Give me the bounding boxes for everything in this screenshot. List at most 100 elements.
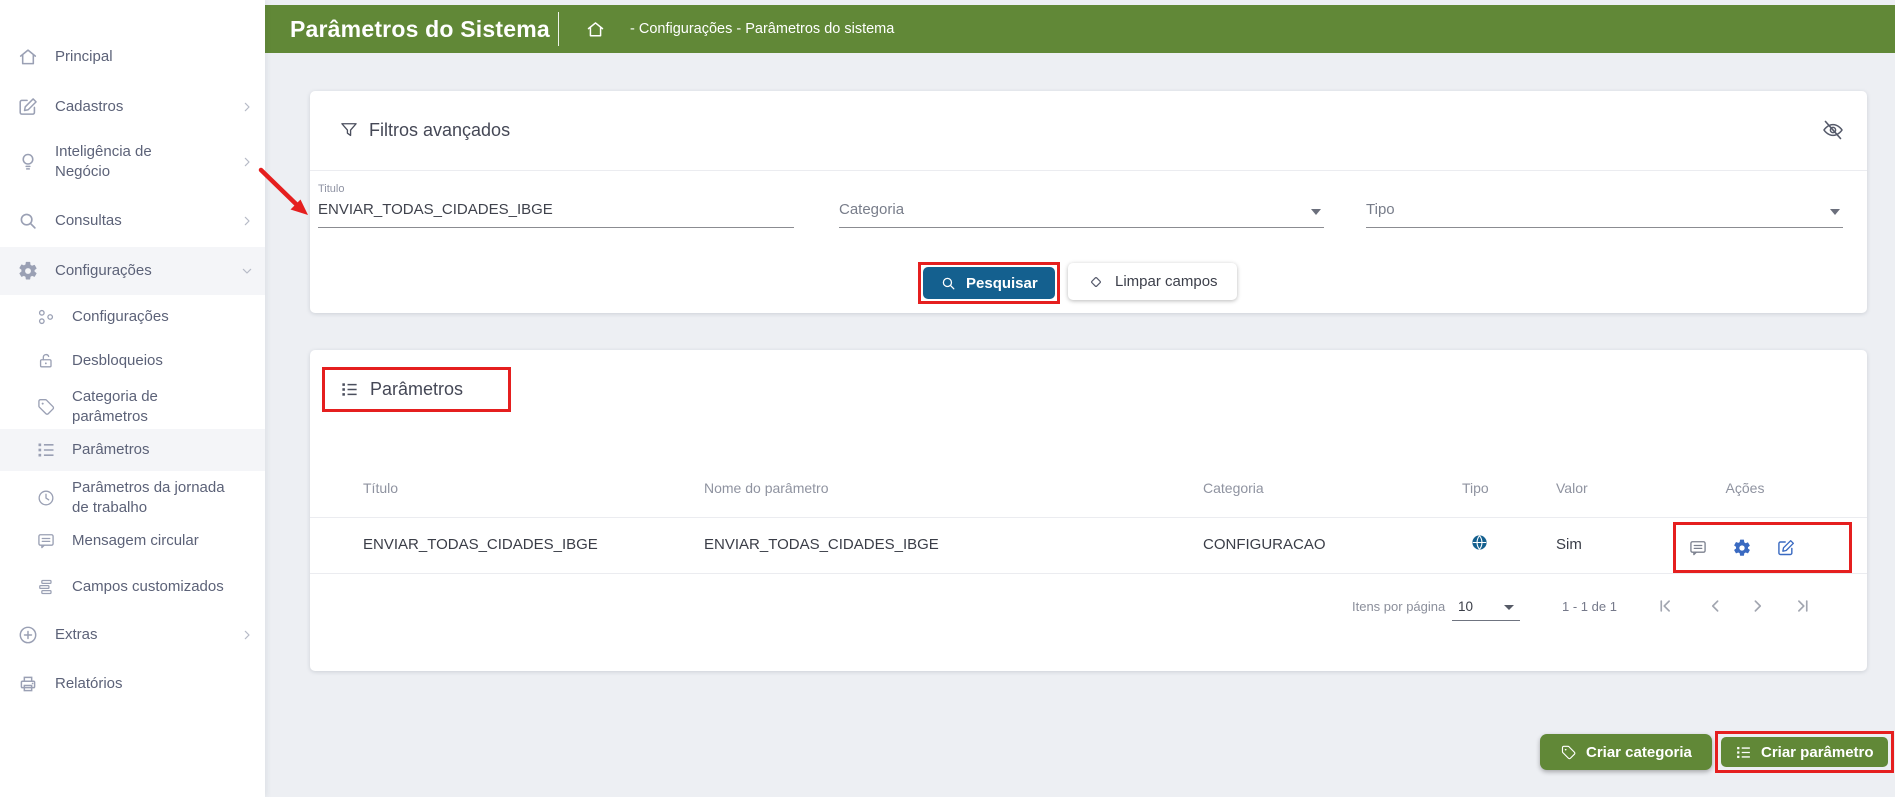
sidebar-item-consultas[interactable]: Consultas [0, 201, 265, 241]
cell-nome: ENVIAR_TODAS_CIDADES_IBGE [704, 536, 939, 553]
sidebar-subitem-configuracoes[interactable]: Configurações [0, 297, 265, 337]
breadcrumb: - Configurações - Parâmetros do sistema [630, 21, 894, 37]
clear-button-label: Limpar campos [1115, 273, 1218, 290]
sidebar-item-configuracoes[interactable]: Configurações [0, 247, 265, 295]
sidebar-item-label: Configurações [55, 261, 152, 281]
clock-icon [36, 488, 56, 508]
filters-card: Filtros avançados Titulo Pesquisar Limpa… [310, 91, 1867, 313]
globe-icon [1470, 533, 1489, 552]
comment-icon[interactable] [1688, 538, 1708, 558]
sidebar-subitem-mensagem-circular[interactable]: Mensagem circular [0, 521, 265, 561]
next-page-icon[interactable] [1749, 597, 1767, 615]
sidebar-item-label: Principal [55, 47, 113, 67]
list-icon [36, 440, 56, 460]
cell-categoria: CONFIGURACAO [1203, 536, 1326, 553]
sidebar-item-label: Cadastros [55, 97, 123, 117]
column-header-nome: Nome do parâmetro [704, 480, 829, 496]
create-category-button[interactable]: Criar categoria [1540, 734, 1712, 770]
sidebar-subitem-desbloqueios[interactable]: Desbloqueios [0, 341, 265, 381]
column-header-acoes: Ações [1695, 480, 1795, 496]
sidebar-subitem-label: Parâmetros [72, 440, 150, 460]
sidebar-subitem-label: Categoria de parâmetros [72, 387, 174, 427]
sidebar-subitem-parametros-da-jornada[interactable]: Parâmetros da jornada de trabalho [0, 476, 265, 520]
sidebar-subitem-label: Campos customizados [72, 577, 224, 597]
search-icon [940, 275, 957, 292]
cell-titulo: ENVIAR_TODAS_CIDADES_IBGE [363, 536, 598, 553]
column-header-tipo: Tipo [1462, 480, 1489, 496]
sidebar-item-label: Relatórios [55, 674, 123, 694]
list-icon [1735, 744, 1752, 761]
sidebar-item-inteligencia-de-negocio[interactable]: Inteligência de Negócio [0, 139, 265, 185]
eye-off-icon[interactable] [1821, 118, 1845, 142]
pagination-range: 1 - 1 de 1 [1562, 599, 1617, 614]
search-button-label: Pesquisar [966, 275, 1038, 292]
chevron-right-icon [239, 213, 255, 229]
first-page-icon[interactable] [1656, 597, 1674, 615]
search-icon [17, 210, 39, 232]
chevron-right-icon [239, 154, 255, 170]
items-per-page-value: 10 [1458, 599, 1473, 614]
clear-fields-button[interactable]: Limpar campos [1068, 263, 1237, 300]
categoria-field[interactable] [839, 183, 1324, 228]
tipo-select[interactable] [1366, 201, 1843, 228]
column-header-titulo: Título [363, 480, 398, 496]
filter-funnel-icon [339, 120, 359, 140]
app-root: Principal Cadastros Inteligência de Negó… [0, 0, 1895, 797]
parameters-card: Parâmetros Título Nome do parâmetro Cate… [310, 350, 1867, 671]
titulo-field: Titulo [318, 183, 794, 228]
gear-icon [17, 260, 39, 282]
column-header-categoria: Categoria [1203, 480, 1264, 496]
last-page-icon[interactable] [1794, 597, 1812, 615]
sidebar: Principal Cadastros Inteligência de Negó… [0, 0, 265, 797]
tag-icon [1560, 744, 1577, 761]
edit-icon [17, 96, 39, 118]
sidebar-subitem-parametros[interactable]: Parâmetros [0, 429, 265, 471]
report-icon [17, 673, 39, 695]
categoria-select[interactable] [839, 201, 1324, 228]
items-per-page-select[interactable]: 10 [1452, 596, 1520, 621]
items-per-page-label: Itens por página [1352, 599, 1445, 614]
eraser-icon [1087, 273, 1105, 291]
sidebar-subitem-campos-customizados[interactable]: Campos customizados [0, 567, 265, 607]
home-breadcrumb-icon[interactable] [585, 19, 606, 40]
plus-circle-icon [17, 624, 39, 646]
parameters-title-annotation-box: Parâmetros [322, 367, 511, 412]
previous-page-icon[interactable] [1706, 597, 1724, 615]
sidebar-item-principal[interactable]: Principal [0, 37, 265, 77]
create-category-label: Criar categoria [1586, 744, 1692, 761]
message-icon [36, 531, 56, 551]
search-annotation-box: Pesquisar [918, 262, 1060, 304]
parameters-title: Parâmetros [370, 379, 463, 400]
table-divider [310, 517, 1867, 518]
top-header-bar: Parâmetros do Sistema - Configurações - … [265, 5, 1895, 53]
filters-title: Filtros avançados [369, 120, 510, 141]
sidebar-item-label: Extras [55, 625, 98, 645]
sidebar-subitem-categoria-de-parametros[interactable]: Categoria de parâmetros [0, 385, 265, 429]
table-divider [310, 573, 1867, 574]
search-button[interactable]: Pesquisar [923, 267, 1055, 299]
chevron-right-icon [239, 627, 255, 643]
dropdown-arrow-icon [1504, 605, 1514, 610]
filters-divider [310, 170, 1867, 171]
titulo-field-label: Titulo [318, 183, 794, 198]
list-icon [340, 380, 359, 399]
dropdown-arrow-icon [1830, 209, 1840, 215]
sidebar-item-extras[interactable]: Extras [0, 615, 265, 655]
create-parameter-button[interactable]: Criar parâmetro [1721, 737, 1888, 767]
gear-icon[interactable] [1732, 538, 1752, 558]
sidebar-item-relatorios[interactable]: Relatórios [0, 664, 265, 704]
edit-icon[interactable] [1776, 538, 1796, 558]
tipo-field[interactable] [1366, 183, 1843, 228]
titulo-input[interactable] [318, 201, 794, 228]
sidebar-subitem-label: Desbloqueios [72, 351, 163, 371]
chevron-down-icon [239, 263, 255, 279]
sidebar-item-label: Consultas [55, 211, 122, 231]
create-parameter-annotation-box: Criar parâmetro [1715, 731, 1894, 773]
dropdown-arrow-icon [1311, 209, 1321, 215]
column-header-valor: Valor [1556, 480, 1588, 496]
sidebar-subitem-label: Parâmetros da jornada de trabalho [72, 478, 230, 518]
sidebar-item-label: Inteligência de Negócio [55, 142, 167, 182]
unlock-icon [36, 351, 56, 371]
sidebar-item-cadastros[interactable]: Cadastros [0, 87, 265, 127]
layers-icon [36, 577, 56, 597]
